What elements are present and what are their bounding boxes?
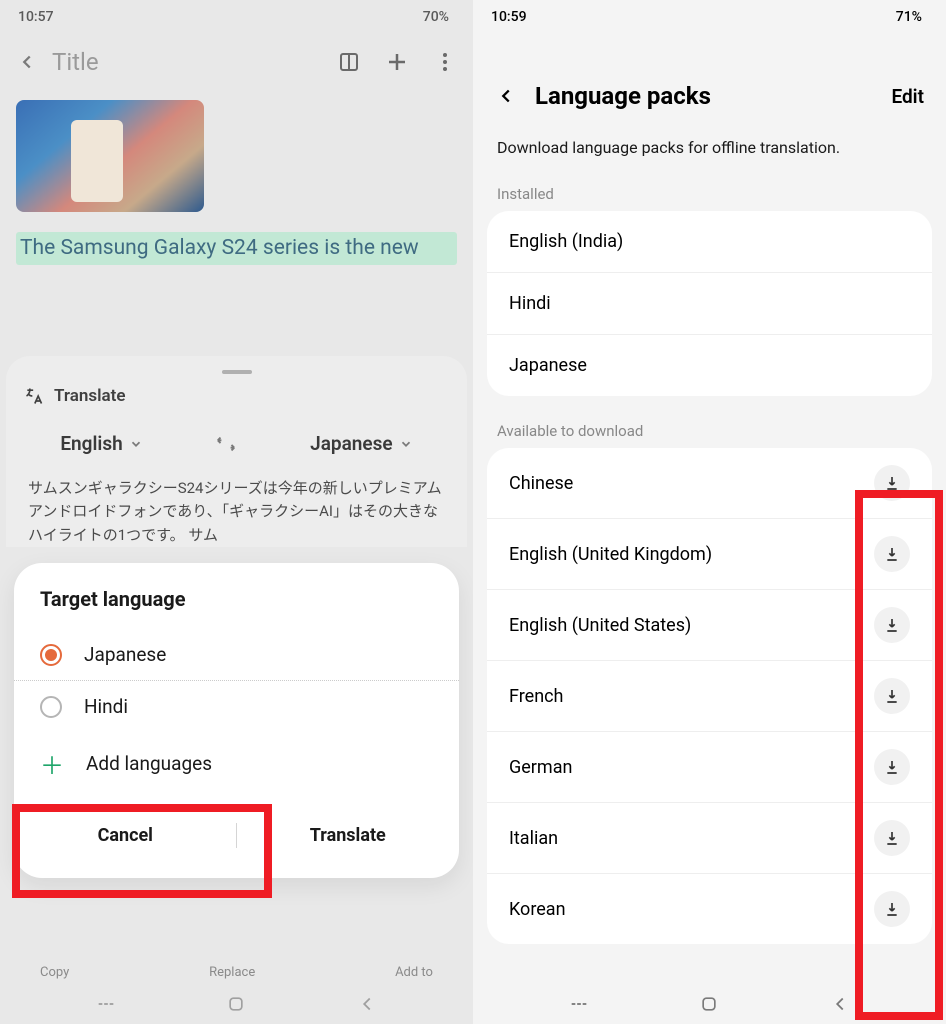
available-item[interactable]: Italian [487, 802, 932, 873]
download-icon [884, 759, 900, 775]
target-language-dialog: Target language Japanese Hindi ＋ Add lan… [14, 563, 459, 878]
available-list: Chinese English (United Kingdom) English… [487, 448, 932, 944]
status-bar: 10:59 71% [473, 0, 946, 34]
phone-left-screenshot: 10:57 70% Title The Samsung Galaxy S24 s… [0, 0, 473, 1024]
cancel-button[interactable]: Cancel [14, 809, 237, 862]
language-option-hindi[interactable]: Hindi [14, 680, 459, 732]
article-selected-text[interactable]: The Samsung Galaxy S24 series is the new [16, 232, 457, 265]
edit-button[interactable]: Edit [891, 85, 924, 108]
download-button[interactable] [874, 891, 910, 927]
page-title: Title [52, 48, 99, 76]
translate-label-text: Translate [54, 386, 125, 406]
plus-icon[interactable] [385, 50, 409, 74]
translate-button[interactable]: Translate [237, 809, 460, 862]
page-title: Language packs [535, 82, 711, 110]
nav-bar [473, 984, 946, 1024]
nav-bar [0, 984, 473, 1024]
phone-right-screenshot: 10:59 71% Language packs Edit Download l… [473, 0, 946, 1024]
installed-list: English (India) Hindi Japanese [487, 211, 932, 396]
battery-percent: 71% [896, 9, 922, 25]
status-bar: 10:57 70% [0, 0, 473, 34]
back-icon[interactable] [495, 85, 517, 107]
download-icon [884, 901, 900, 917]
back-nav-icon[interactable] [829, 993, 851, 1015]
chevron-down-icon [399, 437, 413, 451]
section-installed-label: Installed [473, 177, 946, 211]
installed-item[interactable]: Hindi [487, 272, 932, 334]
article-thumbnail[interactable] [16, 100, 204, 212]
download-icon [884, 475, 900, 491]
section-available-label: Available to download [473, 414, 946, 448]
swap-icon[interactable] [215, 433, 237, 455]
cropped-toolbar: Copy Replace Add to [40, 965, 433, 980]
back-nav-icon[interactable] [356, 993, 378, 1015]
available-item[interactable]: English (United States) [487, 589, 932, 660]
home-icon[interactable] [226, 994, 246, 1014]
recents-icon[interactable] [95, 993, 117, 1015]
download-icon [884, 617, 900, 633]
download-button[interactable] [874, 678, 910, 714]
download-button[interactable] [874, 749, 910, 785]
more-icon[interactable] [433, 50, 457, 74]
app-header: Language packs Edit [473, 34, 946, 120]
plus-icon: ＋ [40, 746, 64, 781]
radio-icon [40, 696, 62, 718]
target-language-select[interactable]: Japanese [310, 432, 413, 455]
available-item[interactable]: German [487, 731, 932, 802]
dialog-title: Target language [14, 587, 459, 629]
status-time: 10:57 [18, 9, 54, 25]
available-item[interactable]: Chinese [487, 448, 932, 518]
translate-panel: Translate English Japanese サムスンギャラクシーS24… [6, 356, 467, 547]
download-icon [884, 546, 900, 562]
reader-icon[interactable] [337, 50, 361, 74]
installed-item[interactable]: English (India) [487, 211, 932, 272]
translate-icon [24, 386, 44, 406]
download-icon [884, 830, 900, 846]
available-item[interactable]: French [487, 660, 932, 731]
recents-icon[interactable] [568, 993, 590, 1015]
drag-handle[interactable] [222, 370, 252, 374]
download-button[interactable] [874, 820, 910, 856]
download-button[interactable] [874, 607, 910, 643]
page-subtitle: Download language packs for offline tran… [473, 120, 946, 177]
radio-selected-icon [40, 644, 62, 666]
chevron-down-icon [129, 437, 143, 451]
available-item[interactable]: English (United Kingdom) [487, 518, 932, 589]
battery-percent: 70% [423, 9, 449, 25]
back-icon[interactable] [16, 51, 38, 73]
translated-text: サムスンギャラクシーS24シリーズは今年の新しいプレミアムアンドロイドフォンであ… [24, 477, 449, 547]
download-icon [884, 688, 900, 704]
available-item[interactable]: Korean [487, 873, 932, 944]
status-time: 10:59 [491, 9, 527, 25]
download-button[interactable] [874, 465, 910, 501]
language-option-japanese[interactable]: Japanese [14, 629, 459, 680]
app-header: Title [0, 34, 473, 100]
add-languages-button[interactable]: ＋ Add languages [14, 732, 459, 795]
installed-item[interactable]: Japanese [487, 334, 932, 396]
download-button[interactable] [874, 536, 910, 572]
home-icon[interactable] [699, 994, 719, 1014]
source-language-select[interactable]: English [60, 432, 142, 455]
